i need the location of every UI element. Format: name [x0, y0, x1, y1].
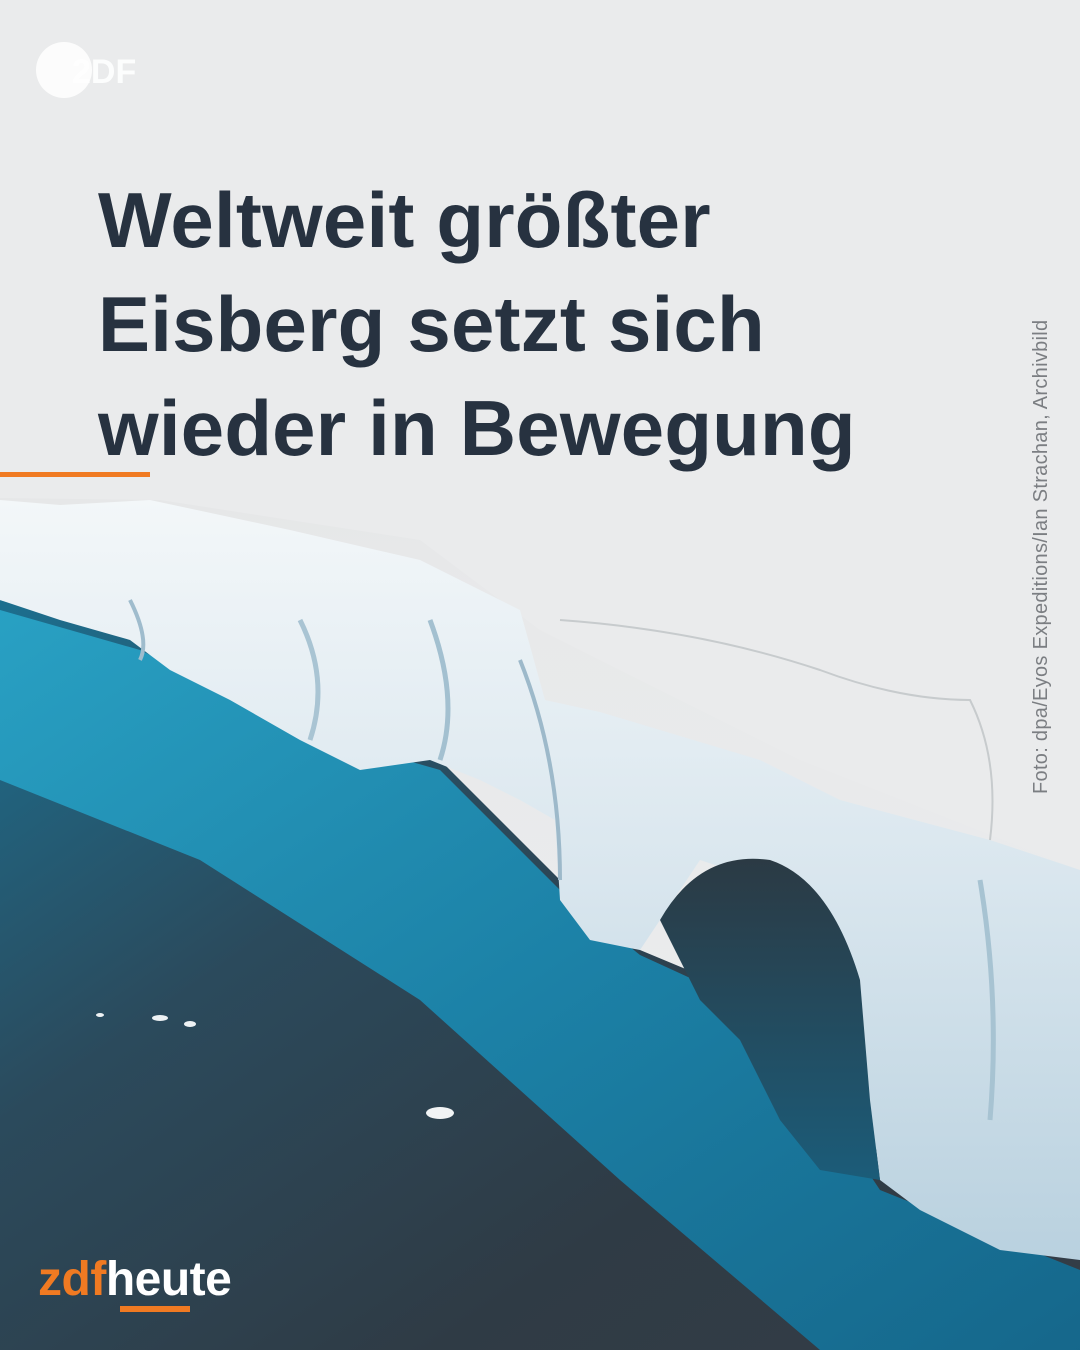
brand-underline: [120, 1306, 190, 1312]
headline-line-3: wieder in Bewegung: [98, 384, 856, 472]
brand-heute: heute: [105, 1253, 232, 1306]
brand-zdf: zdf: [38, 1253, 106, 1306]
headline-line-1: Weltweit größter: [98, 176, 711, 264]
zdf-logo-icon: 2DF: [36, 42, 136, 98]
brand-logo: zdfheute: [38, 1250, 232, 1320]
photo-credit: Foto: dpa/Eyos Expeditions/Ian Strachan,…: [1030, 319, 1052, 794]
headline-line-2: Eisberg setzt sich: [98, 280, 765, 368]
svg-text:2DF: 2DF: [72, 53, 136, 91]
headline: Weltweit größter Eisberg setzt sich wied…: [98, 168, 978, 480]
accent-divider: [0, 472, 150, 477]
